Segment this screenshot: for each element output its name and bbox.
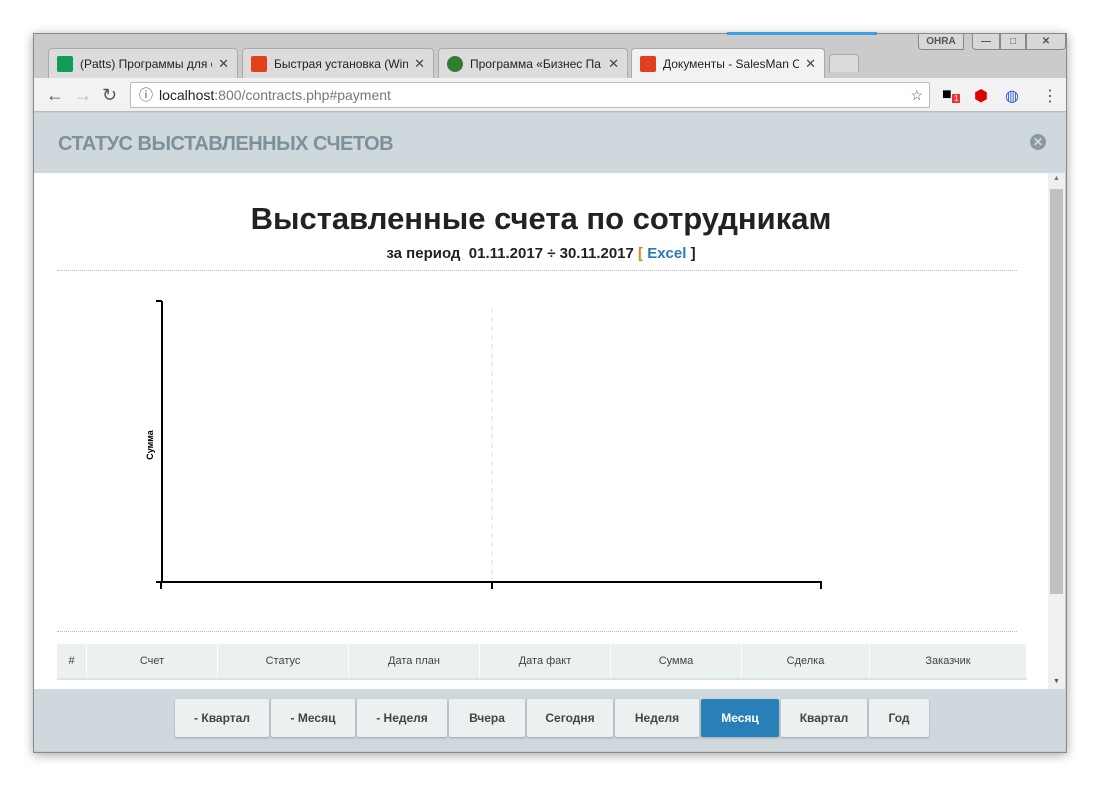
scrollbar-thumb[interactable] bbox=[1050, 189, 1063, 594]
period-button[interactable]: - Квартал bbox=[175, 699, 269, 737]
tab-3[interactable]: Документы - SalesMan С ✕ bbox=[631, 48, 825, 79]
column-header[interactable]: # bbox=[57, 644, 87, 678]
taskbar-highlight bbox=[727, 32, 877, 35]
forward-icon[interactable]: → bbox=[74, 85, 92, 106]
url-host: localhost bbox=[159, 87, 215, 103]
period-button[interactable]: Неделя bbox=[615, 699, 699, 737]
profile-button[interactable]: OHRA bbox=[918, 34, 964, 50]
panel-header: СТАТУС ВЫСТАВЛЕННЫХ СЧЕТОВ ✕ bbox=[34, 113, 1066, 173]
minimize-button[interactable]: — bbox=[972, 34, 1000, 50]
period-button[interactable]: - Месяц bbox=[271, 699, 355, 737]
column-header[interactable]: Статус bbox=[218, 644, 349, 678]
period-button[interactable]: Сегодня bbox=[527, 699, 613, 737]
google-sheets-icon bbox=[57, 55, 73, 72]
column-header[interactable]: Дата факт bbox=[480, 644, 611, 678]
reload-icon[interactable]: ↻ bbox=[102, 85, 117, 106]
chart: Сумма bbox=[145, 300, 822, 589]
adblock-icon[interactable]: ⬢ bbox=[974, 86, 988, 106]
tab-0[interactable]: (Patts) Программы для с ✕ bbox=[48, 48, 238, 78]
browser-window: OHRA — □ ✕ (Patts) Программы для с ✕ Быс… bbox=[33, 32, 1067, 753]
extension-badge: 1 bbox=[952, 94, 961, 103]
address-bar[interactable]: ⓘ localhost:800/contracts.php#payment ☆ bbox=[130, 82, 930, 108]
maximize-button[interactable]: □ bbox=[1000, 34, 1026, 50]
column-header[interactable]: Заказчик bbox=[870, 644, 1027, 678]
column-header[interactable]: Счет bbox=[87, 644, 218, 678]
tab-title: Программа «Бизнес Па bbox=[470, 56, 601, 71]
table-header: # Счет Статус Дата план Дата факт Сумма Сделка… bbox=[57, 644, 1027, 680]
tab-title: Документы - SalesMan С bbox=[663, 57, 800, 71]
close-icon[interactable]: ✕ bbox=[1030, 134, 1046, 150]
new-tab-button[interactable] bbox=[829, 54, 859, 72]
period-button[interactable]: Вчера bbox=[449, 699, 525, 737]
bookmark-star-icon[interactable]: ☆ bbox=[910, 83, 923, 107]
column-header[interactable]: Сделка bbox=[742, 644, 870, 678]
salesman-icon bbox=[640, 56, 656, 72]
report-content: Выставленные счета по сотрудникам за пер… bbox=[34, 173, 1048, 689]
period-button[interactable]: Год bbox=[869, 699, 929, 737]
tab-title: Быстрая установка (Win bbox=[274, 56, 409, 71]
period-toolbar: - Квартал - Месяц - Неделя Вчера Сегодня Неде… bbox=[34, 689, 1065, 751]
close-window-button[interactable]: ✕ bbox=[1026, 34, 1066, 50]
close-tab-icon[interactable]: ✕ bbox=[218, 56, 229, 72]
close-tab-icon[interactable]: ✕ bbox=[805, 56, 816, 72]
tab-title: (Patts) Программы для с bbox=[80, 56, 213, 71]
panel-title: СТАТУС ВЫСТАВЛЕННЫХ СЧЕТОВ bbox=[58, 133, 394, 155]
extension-icon[interactable]: ■ 1 bbox=[942, 86, 961, 104]
green-logo-icon bbox=[447, 55, 463, 72]
scroll-down-icon[interactable]: ▼ bbox=[1053, 678, 1060, 685]
column-header[interactable]: Сумма bbox=[611, 644, 742, 678]
close-tab-icon[interactable]: ✕ bbox=[414, 56, 425, 72]
y-axis-label: Сумма bbox=[145, 429, 155, 460]
tab-1[interactable]: Быстрая установка (Win ✕ bbox=[242, 48, 434, 78]
scroll-up-icon[interactable]: ▲ bbox=[1053, 175, 1060, 182]
salesman-icon bbox=[251, 55, 267, 72]
back-icon[interactable]: ← bbox=[46, 85, 64, 106]
divider bbox=[57, 631, 1017, 632]
period-button[interactable]: Месяц bbox=[701, 699, 779, 737]
period-button[interactable]: Квартал bbox=[781, 699, 867, 737]
globe-icon[interactable]: ◍ bbox=[1005, 86, 1019, 106]
menu-icon[interactable]: ⋮ bbox=[1042, 86, 1058, 106]
browser-toolbar: ← → ↻ ⓘ localhost:800/contracts.php#paym… bbox=[34, 78, 1066, 112]
url-path: :800/contracts.php#payment bbox=[214, 87, 391, 103]
info-icon: ⓘ bbox=[139, 87, 153, 103]
tab-2[interactable]: Программа «Бизнес Па ✕ bbox=[438, 48, 628, 78]
close-tab-icon[interactable]: ✕ bbox=[608, 56, 619, 72]
scrollbar[interactable]: ▲ ▼ bbox=[1048, 173, 1065, 689]
column-header[interactable]: Дата план bbox=[349, 644, 480, 678]
period-button[interactable]: - Неделя bbox=[357, 699, 447, 737]
